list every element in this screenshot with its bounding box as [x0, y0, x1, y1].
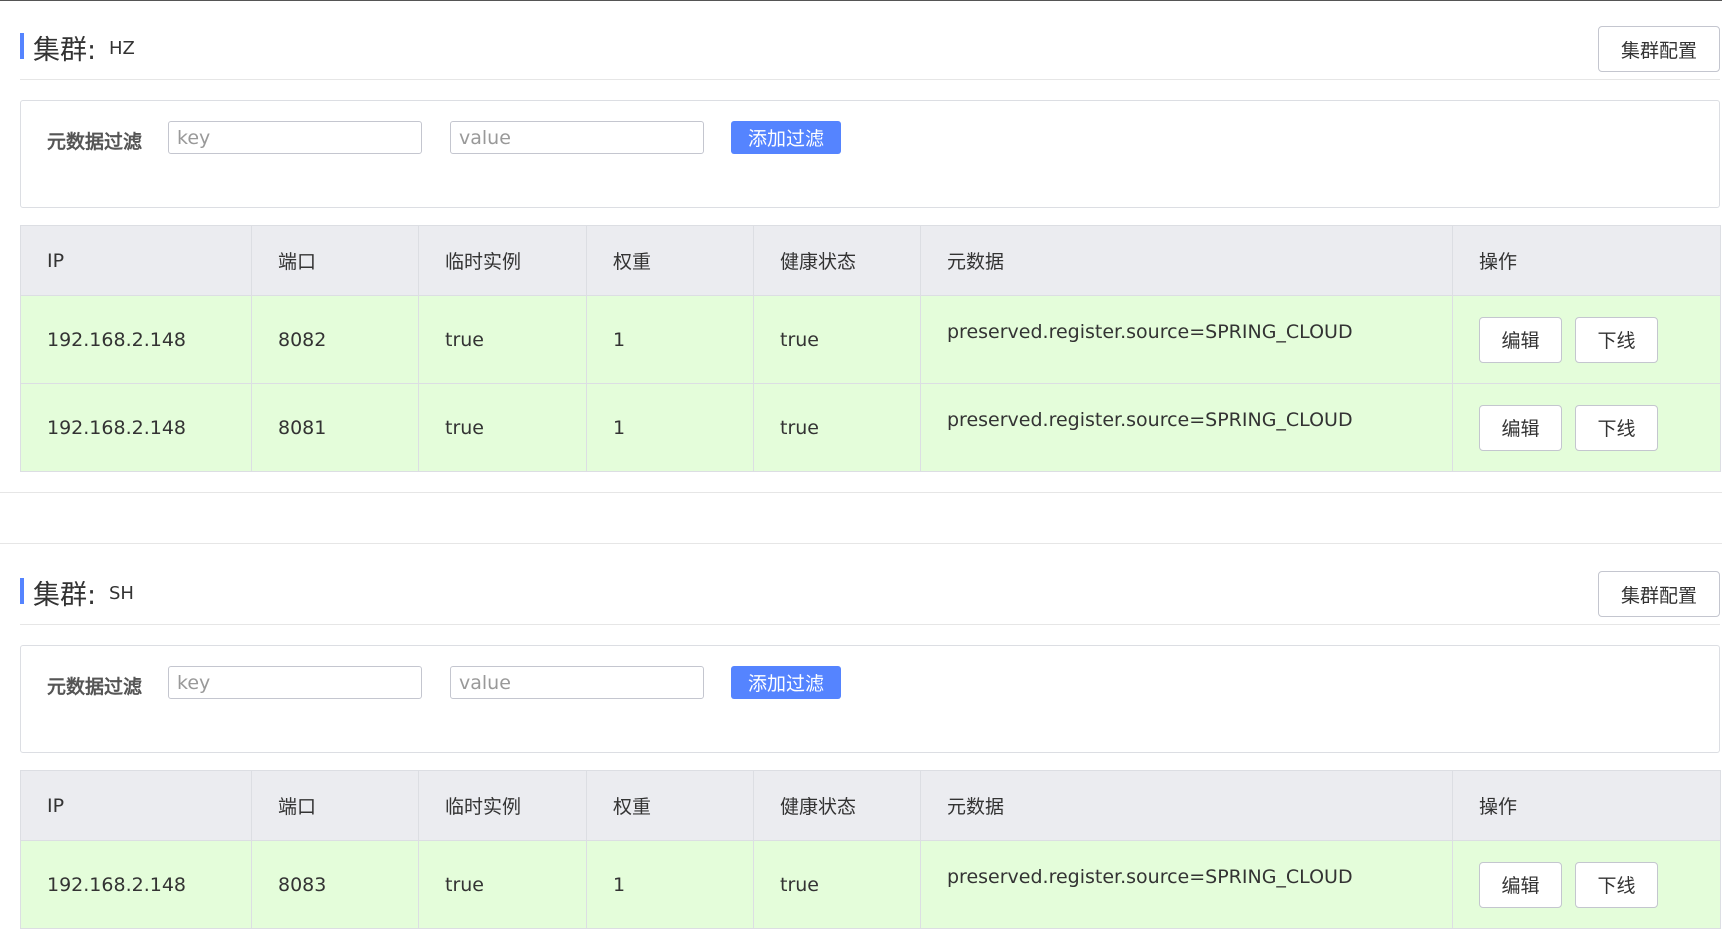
- cell-port: 8083: [251, 840, 419, 929]
- cluster-title: 集群:: [33, 35, 97, 66]
- cluster-panel-sh: 集群: SH 集群配置 元数据过滤 添加过滤 IP 端口 临时实例 权重 健康状…: [20, 545, 1721, 929]
- cluster-header: 集群: HZ 集群配置: [20, 0, 1720, 80]
- offline-button[interactable]: 下线: [1575, 861, 1658, 908]
- cell-weight: 1: [586, 295, 754, 384]
- column-header-actions: 操作: [1452, 770, 1721, 841]
- cell-healthy: true: [753, 383, 921, 472]
- table-header-row: IP 端口 临时实例 权重 健康状态 元数据 操作: [20, 225, 1721, 296]
- cell-ephemeral: true: [418, 295, 587, 384]
- column-header-health: 健康状态: [753, 770, 921, 841]
- metadata-filter-box: 元数据过滤 添加过滤: [20, 100, 1720, 208]
- edit-button[interactable]: 编辑: [1479, 861, 1562, 908]
- section-divider: [0, 492, 1722, 544]
- cell-ip: 192.168.2.148: [20, 383, 252, 472]
- column-header-ephemeral: 临时实例: [418, 225, 587, 296]
- edit-button[interactable]: 编辑: [1479, 316, 1562, 363]
- metadata-filter-label: 元数据过滤: [47, 676, 143, 698]
- cell-weight: 1: [586, 840, 754, 929]
- cluster-accent-bar: [20, 33, 24, 59]
- cluster-name: SH: [109, 583, 134, 604]
- cluster-config-button[interactable]: 集群配置: [1598, 26, 1720, 72]
- offline-button[interactable]: 下线: [1575, 316, 1658, 363]
- cluster-name: HZ: [109, 38, 135, 59]
- cluster-config-button[interactable]: 集群配置: [1598, 571, 1720, 617]
- cell-actions: 编辑 下线: [1452, 295, 1721, 384]
- column-header-health: 健康状态: [753, 225, 921, 296]
- add-filter-button[interactable]: 添加过滤: [731, 121, 841, 154]
- cell-weight: 1: [586, 383, 754, 472]
- cell-healthy: true: [753, 295, 921, 384]
- cell-ephemeral: true: [418, 383, 587, 472]
- column-header-weight: 权重: [586, 225, 754, 296]
- cluster-accent-bar: [20, 578, 24, 604]
- column-header-actions: 操作: [1452, 225, 1721, 296]
- cluster-title: 集群:: [33, 580, 97, 611]
- filter-value-input[interactable]: [450, 121, 704, 154]
- cell-ip: 192.168.2.148: [20, 295, 252, 384]
- cell-actions: 编辑 下线: [1452, 383, 1721, 472]
- column-header-ip: IP: [20, 770, 252, 841]
- add-filter-button[interactable]: 添加过滤: [731, 666, 841, 699]
- cell-port: 8082: [251, 295, 419, 384]
- column-header-metadata: 元数据: [920, 225, 1453, 296]
- cell-metadata: preserved.register.source=SPRING_CLOUD: [920, 295, 1453, 384]
- cell-port: 8081: [251, 383, 419, 472]
- column-header-metadata: 元数据: [920, 770, 1453, 841]
- column-header-ip: IP: [20, 225, 252, 296]
- filter-key-input[interactable]: [168, 121, 422, 154]
- cluster-panel-hz: 集群: HZ 集群配置 元数据过滤 添加过滤 IP 端口 临时实例 权重 健康状…: [20, 0, 1721, 472]
- cell-metadata: preserved.register.source=SPRING_CLOUD: [920, 840, 1453, 929]
- instance-table: IP 端口 临时实例 权重 健康状态 元数据 操作 192.168.2.148 …: [20, 225, 1721, 472]
- cluster-header: 集群: SH 集群配置: [20, 545, 1720, 625]
- table-row: 192.168.2.148 8082 true 1 true preserved…: [20, 295, 1721, 384]
- instance-table: IP 端口 临时实例 权重 健康状态 元数据 操作 192.168.2.148 …: [20, 770, 1721, 929]
- cell-healthy: true: [753, 840, 921, 929]
- column-header-weight: 权重: [586, 770, 754, 841]
- cell-ephemeral: true: [418, 840, 587, 929]
- table-header-row: IP 端口 临时实例 权重 健康状态 元数据 操作: [20, 770, 1721, 841]
- filter-key-input[interactable]: [168, 666, 422, 699]
- column-header-port: 端口: [251, 770, 419, 841]
- cell-actions: 编辑 下线: [1452, 840, 1721, 929]
- metadata-filter-box: 元数据过滤 添加过滤: [20, 645, 1720, 753]
- column-header-port: 端口: [251, 225, 419, 296]
- cell-ip: 192.168.2.148: [20, 840, 252, 929]
- edit-button[interactable]: 编辑: [1479, 404, 1562, 451]
- offline-button[interactable]: 下线: [1575, 404, 1658, 451]
- filter-value-input[interactable]: [450, 666, 704, 699]
- cell-metadata: preserved.register.source=SPRING_CLOUD: [920, 383, 1453, 472]
- table-row: 192.168.2.148 8083 true 1 true preserved…: [20, 840, 1721, 929]
- column-header-ephemeral: 临时实例: [418, 770, 587, 841]
- metadata-filter-label: 元数据过滤: [47, 131, 143, 153]
- table-row: 192.168.2.148 8081 true 1 true preserved…: [20, 383, 1721, 472]
